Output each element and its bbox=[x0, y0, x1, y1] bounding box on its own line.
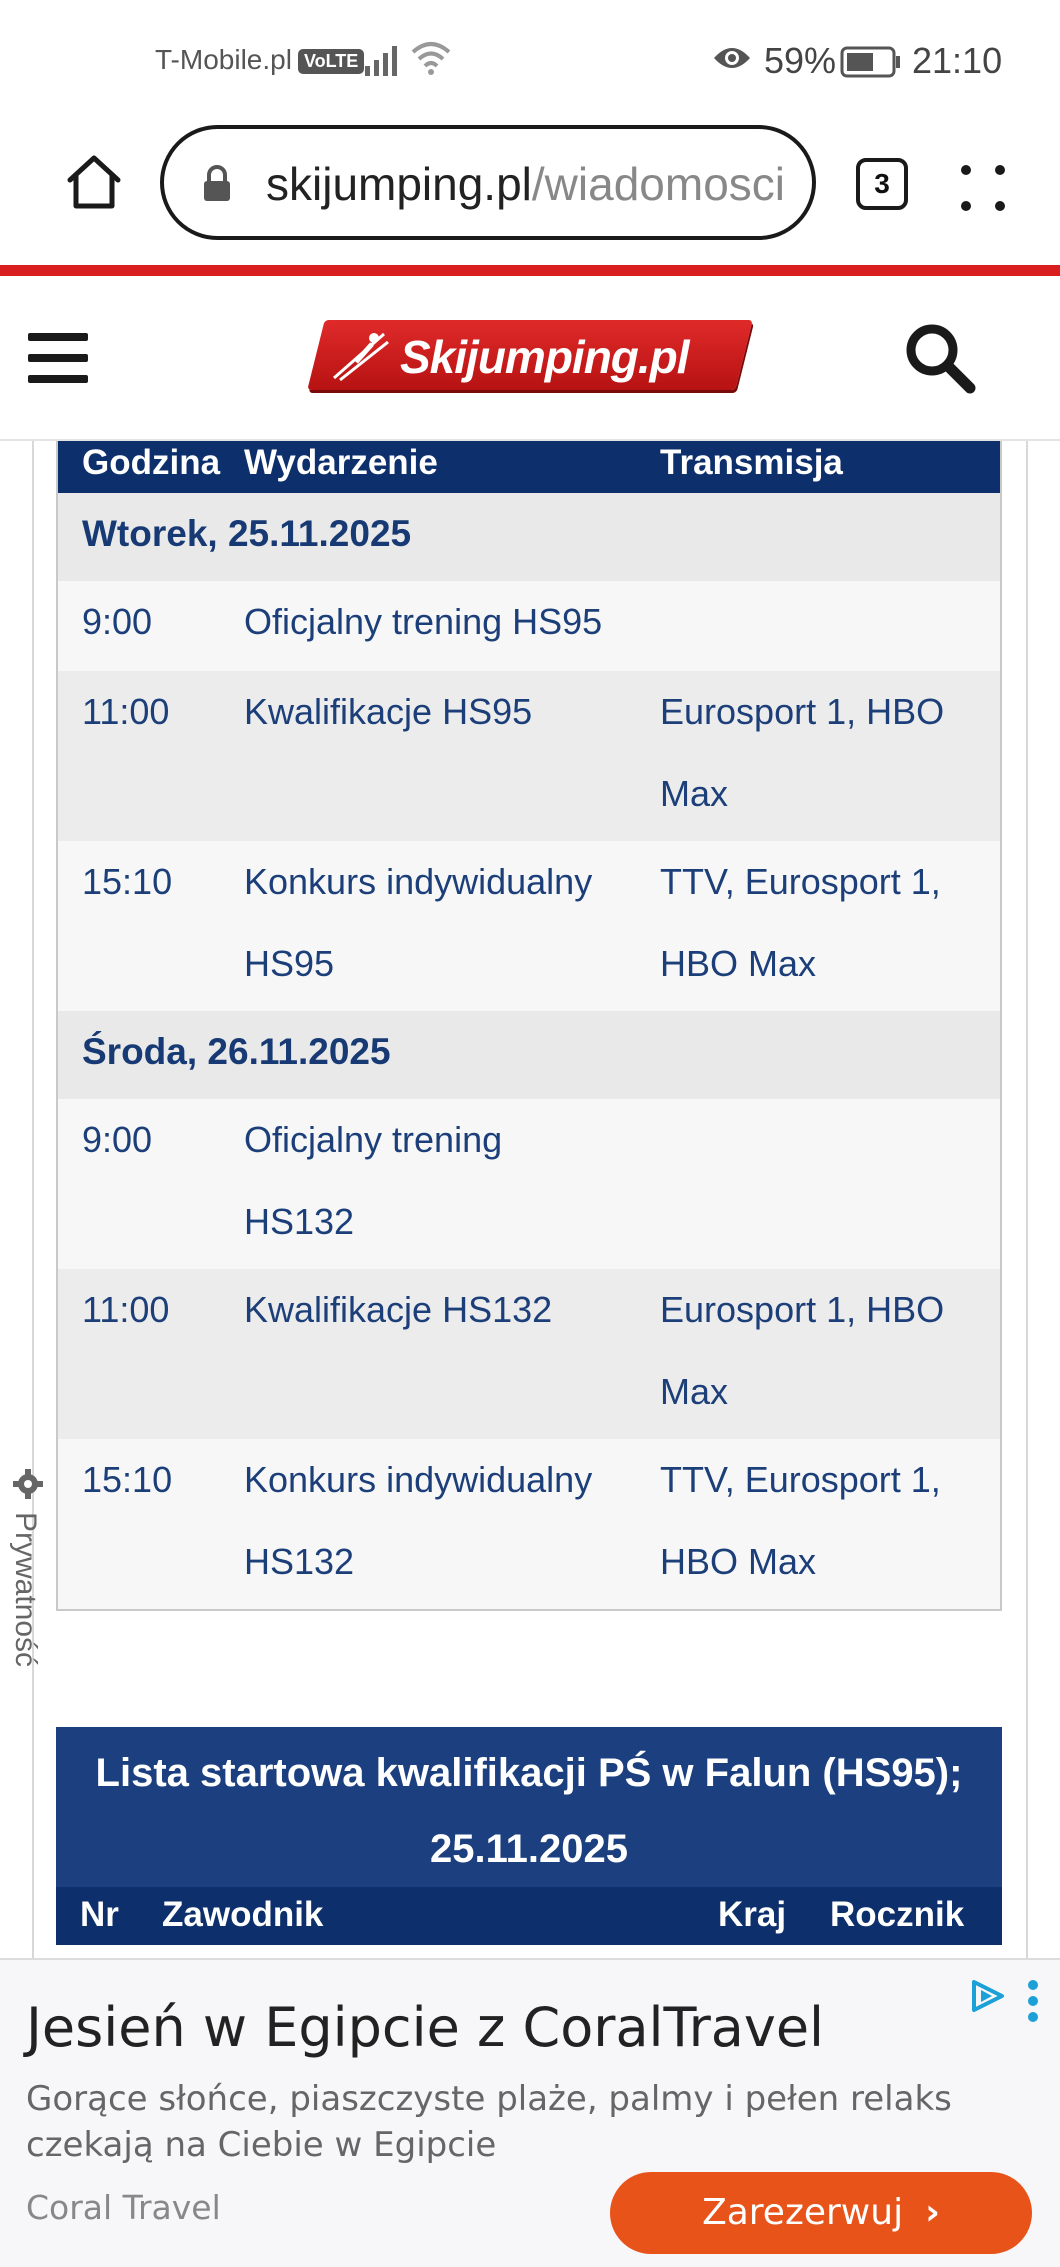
header-country: Kraj bbox=[718, 1895, 787, 1934]
start-list-title: Lista startowa kwalifikacji PŚ w Falun (… bbox=[56, 1727, 1002, 1887]
table-row: 11:00 Kwalifikacje HS95 Eurosport 1, HBO… bbox=[58, 671, 1000, 841]
header-broadcast: Transmisja bbox=[660, 443, 843, 482]
event-broadcast: TTV, Eurosport 1, HBO Max bbox=[660, 1459, 941, 1582]
site-header: Skijumping.pl bbox=[0, 276, 1060, 441]
event-broadcast: TTV, Eurosport 1, HBO Max bbox=[660, 861, 941, 984]
schedule-table: Godzina Wydarzenie Transmisja Wtorek, 25… bbox=[56, 441, 1002, 1611]
day-label: Wtorek, 25.11.2025 bbox=[82, 513, 412, 554]
url-text: skijumping.pl/wiadomosci bbox=[266, 157, 796, 211]
eye-comfort-icon bbox=[714, 48, 750, 68]
event-name: Konkurs indywidualny HS95 bbox=[244, 861, 593, 984]
search-icon[interactable] bbox=[902, 320, 978, 396]
carrier-label: T-Mobile.pl VoLTE bbox=[155, 44, 365, 76]
browser-toolbar: skijumping.pl/wiadomosci 3 bbox=[0, 120, 1060, 265]
accent-divider bbox=[0, 265, 1060, 276]
privacy-label: Prywatność bbox=[9, 1512, 42, 1668]
ad-cta-button[interactable]: Zarezerwuj › bbox=[610, 2172, 1032, 2254]
event-time: 11:00 bbox=[82, 691, 170, 732]
privacy-settings-tab[interactable]: Prywatność bbox=[4, 1468, 48, 1708]
event-name: Kwalifikacje HS95 bbox=[244, 691, 533, 732]
lock-icon bbox=[204, 165, 230, 201]
clock: 21:10 bbox=[912, 40, 1003, 81]
header-athlete: Zawodnik bbox=[162, 1895, 324, 1934]
chevron-right-icon: › bbox=[925, 2192, 940, 2233]
event-time: 9:00 bbox=[82, 1119, 153, 1160]
url-domain: skijumping.pl bbox=[266, 158, 532, 210]
adchoices-icon[interactable] bbox=[968, 1978, 1008, 2014]
signal-icon bbox=[365, 46, 397, 76]
logo-text: Skijumping.pl bbox=[400, 331, 690, 383]
ski-jumper-logo-icon bbox=[333, 332, 389, 382]
day-row: Wtorek, 25.11.2025 bbox=[58, 493, 1000, 581]
carrier-name: T-Mobile.pl bbox=[155, 44, 292, 75]
volte-badge: VoLTE bbox=[297, 49, 365, 75]
ad-brand: Coral Travel bbox=[26, 2188, 221, 2227]
day-label: Środa, 26.11.2025 bbox=[82, 1031, 391, 1072]
event-time: 15:10 bbox=[82, 1459, 173, 1500]
event-broadcast: Eurosport 1, HBO Max bbox=[660, 1289, 945, 1412]
table-row: 9:00 Oficjalny trening HS95 bbox=[58, 581, 1000, 671]
ad-description: Gorące słońce, piaszczyste plaże, palmy … bbox=[26, 2079, 952, 2165]
ad-title[interactable]: Jesień w Egipcie z CoralTravel bbox=[26, 1996, 824, 2059]
address-bar[interactable]: skijumping.pl/wiadomosci bbox=[160, 125, 816, 240]
schedule-header-row: Godzina Wydarzenie Transmisja bbox=[58, 441, 1000, 493]
gear-icon bbox=[13, 1469, 43, 1499]
event-name: Oficjalny trening HS95 bbox=[244, 601, 603, 642]
table-row: 15:10 Konkurs indywidualny HS95 TTV, Eur… bbox=[58, 841, 1000, 1011]
content-left-border bbox=[32, 441, 34, 1966]
start-list-table: Lista startowa kwalifikacji PŚ w Falun (… bbox=[56, 1727, 1002, 1945]
url-path: /wiadomosci bbox=[531, 158, 785, 210]
header-event: Wydarzenie bbox=[244, 443, 438, 482]
event-broadcast: Eurosport 1, HBO Max bbox=[660, 691, 945, 814]
battery-percent: 59% bbox=[764, 40, 837, 81]
event-name: Oficjalny trening HS132 bbox=[244, 1119, 503, 1242]
event-time: 9:00 bbox=[82, 601, 153, 642]
home-icon[interactable] bbox=[62, 150, 126, 214]
header-number: Nr bbox=[80, 1895, 119, 1934]
ad-options-icon[interactable] bbox=[1028, 1980, 1040, 2028]
ad-cta-label: Zarezerwuj bbox=[702, 2192, 904, 2233]
status-bar: T-Mobile.pl VoLTE 59% 21:10 bbox=[0, 0, 1060, 120]
wifi-icon bbox=[411, 42, 451, 75]
header-time: Godzina bbox=[82, 443, 221, 482]
hamburger-menu-icon[interactable] bbox=[28, 333, 88, 383]
event-name: Kwalifikacje HS132 bbox=[244, 1289, 553, 1330]
table-row: 11:00 Kwalifikacje HS132 Eurosport 1, HB… bbox=[58, 1269, 1000, 1439]
content-right-border bbox=[1026, 441, 1028, 1966]
table-row: 15:10 Konkurs indywidualny HS132 TTV, Eu… bbox=[58, 1439, 1000, 1609]
ad-banner[interactable]: Jesień w Egipcie z CoralTravel Gorące sł… bbox=[0, 1958, 1060, 2267]
start-list-header-row: Nr Zawodnik Kraj Rocznik bbox=[56, 1887, 1002, 1945]
battery-icon bbox=[840, 46, 900, 78]
day-row: Środa, 26.11.2025 bbox=[58, 1011, 1000, 1099]
table-row: 9:00 Oficjalny trening HS132 bbox=[58, 1099, 1000, 1269]
event-time: 15:10 bbox=[82, 861, 173, 902]
event-name: Konkurs indywidualny HS132 bbox=[244, 1459, 593, 1582]
event-time: 11:00 bbox=[82, 1289, 170, 1330]
header-birth-year: Rocznik bbox=[830, 1895, 965, 1934]
tab-switcher-button[interactable]: 3 bbox=[856, 158, 908, 210]
more-menu-icon[interactable] bbox=[958, 158, 1008, 218]
